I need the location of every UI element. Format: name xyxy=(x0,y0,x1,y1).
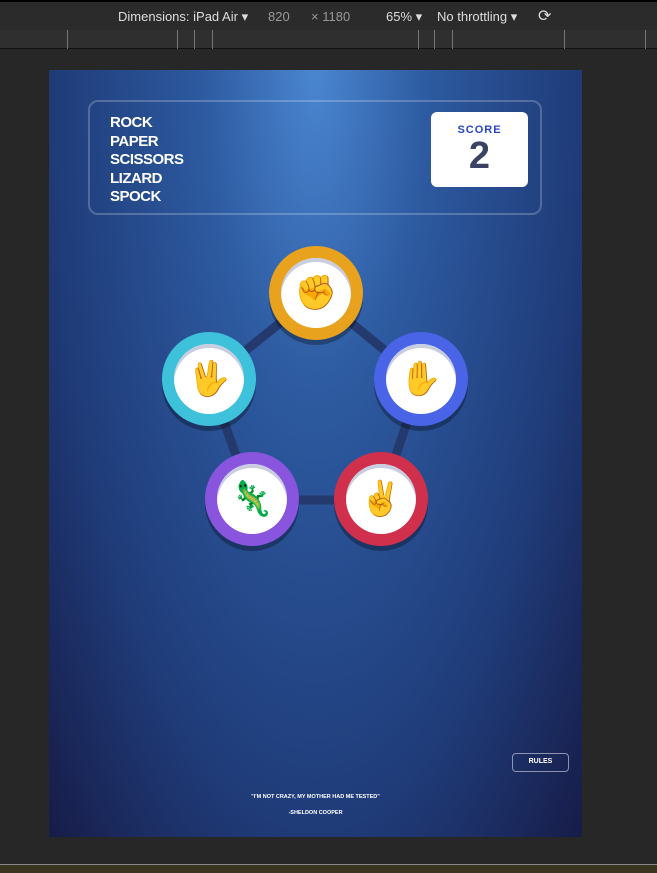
throttling-select[interactable]: No throttling ▾ xyxy=(437,9,517,25)
choice-rock[interactable]: ✊ xyxy=(269,246,363,340)
width-input[interactable]: 820 xyxy=(268,9,290,24)
spock-icon: 🖖 xyxy=(174,344,244,414)
quote: "I'M NOT CRAZY, MY MOTHER HAD ME TESTED" xyxy=(251,794,380,800)
quote-author: -SHELDON COOPER xyxy=(288,810,343,816)
game-page: ROCK PAPER SCISSORS LIZARD SPOCK SCORE 2… xyxy=(49,70,582,837)
media-query-ruler xyxy=(0,30,657,49)
zoom-select[interactable]: 65% ▾ xyxy=(386,9,422,25)
rock-icon: ✊ xyxy=(281,258,351,328)
choice-lizard[interactable]: 🦎 xyxy=(205,452,299,546)
lizard-icon: 🦎 xyxy=(217,464,287,534)
height-input[interactable]: × 1180 xyxy=(311,9,350,24)
rotate-icon[interactable]: ⟳ xyxy=(538,6,551,26)
choice-scissors[interactable]: ✌ xyxy=(334,452,428,546)
devtools-toolbar: Dimensions: iPad Air ▾ 820 × 1180 65% ▾ … xyxy=(0,0,657,30)
choice-paper[interactable]: ✋ xyxy=(374,332,468,426)
rules-button[interactable]: RULES xyxy=(512,753,569,772)
desktop-strip xyxy=(0,864,657,873)
pentagon-lines xyxy=(203,288,427,505)
scissors-icon: ✌ xyxy=(346,464,416,534)
choice-spock[interactable]: 🖖 xyxy=(162,332,256,426)
device-select[interactable]: Dimensions: iPad Air ▾ xyxy=(118,9,248,25)
paper-icon: ✋ xyxy=(386,344,456,414)
